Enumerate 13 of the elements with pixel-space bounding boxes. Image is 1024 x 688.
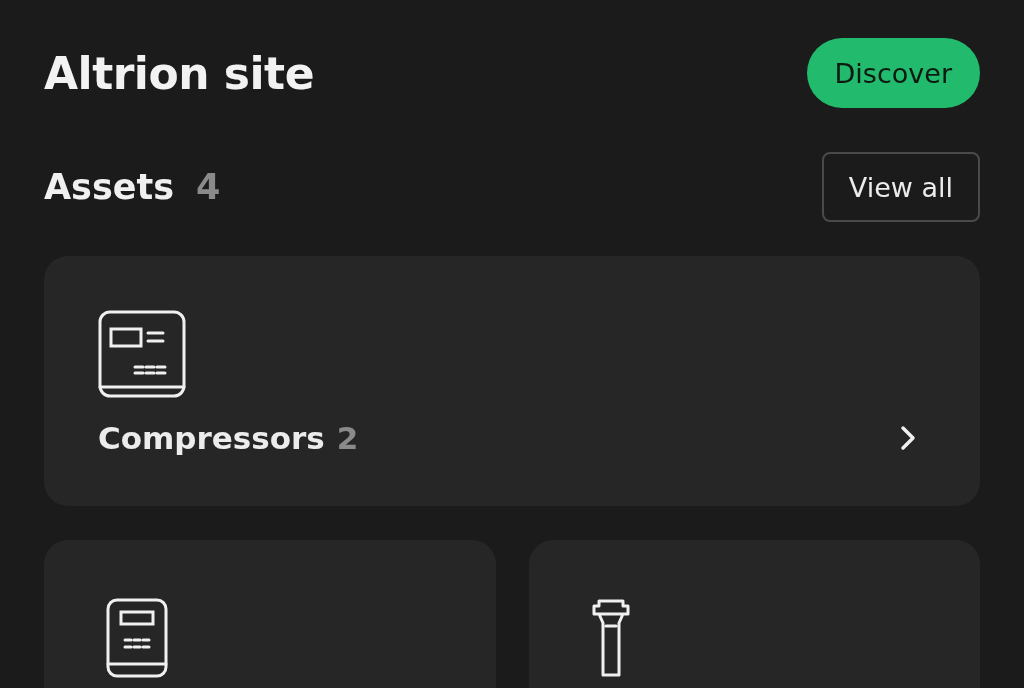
cabinet-icon [106,598,168,678]
chevron-right-icon [900,425,916,451]
asset-count: 4 [196,167,221,207]
post-icon [590,598,631,678]
asset-card[interactable] [44,540,496,688]
discover-button[interactable]: Discover [806,38,980,108]
asset-name: Compressors [98,420,325,456]
view-all-button[interactable]: View all [821,152,980,222]
asset-count: 2 [336,420,359,456]
asset-card[interactable]: Compressors 2 [44,256,980,506]
section-title: Assets [44,167,175,207]
control-panel-icon [98,310,186,398]
site-title: Altrion site [44,47,314,99]
